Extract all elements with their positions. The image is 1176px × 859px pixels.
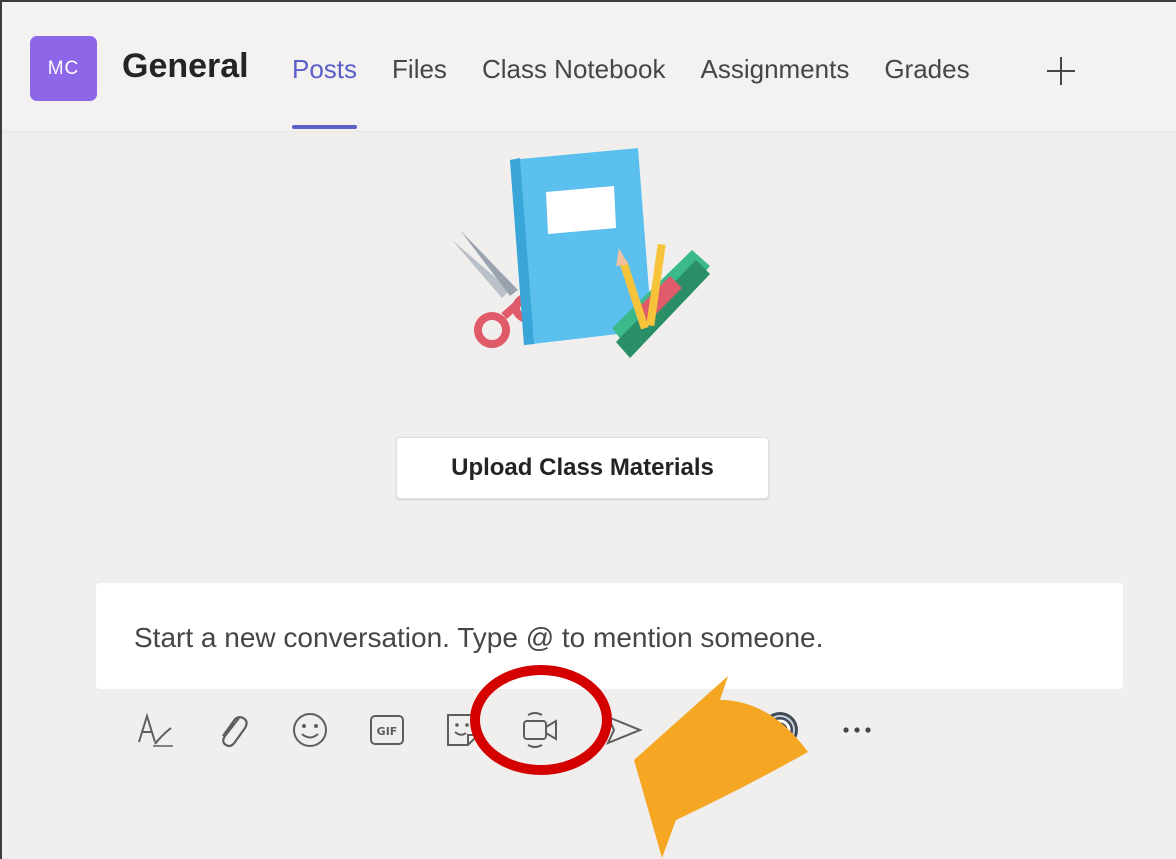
emoji-button[interactable]	[285, 705, 335, 755]
upload-class-materials-button[interactable]: Upload Class Materials	[396, 437, 769, 499]
plus-icon	[1047, 57, 1075, 85]
sticker-button[interactable]	[438, 705, 488, 755]
attach-icon	[222, 716, 248, 748]
tab-assignments[interactable]: Assignments	[700, 54, 849, 85]
class-supplies-illustration	[440, 140, 730, 380]
send-button[interactable]	[598, 705, 648, 755]
tab-class-notebook[interactable]: Class Notebook	[482, 54, 666, 85]
gif-button[interactable]: GIF	[362, 705, 412, 755]
sticker-icon	[447, 714, 479, 746]
meet-now-icon	[523, 712, 557, 748]
svg-text:GIF: GIF	[377, 725, 398, 738]
search-button[interactable]	[678, 705, 728, 755]
more-options-button[interactable]	[832, 705, 882, 755]
meet-now-button[interactable]	[516, 705, 566, 755]
more-icon	[843, 727, 871, 733]
emoji-icon	[293, 713, 327, 747]
send-icon	[606, 715, 643, 745]
format-icon	[138, 712, 173, 747]
attach-button[interactable]	[208, 705, 258, 755]
gif-icon: GIF	[370, 715, 404, 745]
loop-app-button[interactable]	[755, 705, 805, 755]
tab-posts[interactable]: Posts	[292, 54, 358, 129]
tab-grades[interactable]: Grades	[884, 54, 969, 85]
pointer-arrow	[634, 676, 808, 858]
tab-bar: Posts Files Class Notebook Assignments G…	[292, 54, 1005, 134]
format-button[interactable]	[130, 705, 180, 755]
channel-header: MC General Posts Files Class Notebook As…	[0, 0, 1176, 132]
add-tab-button[interactable]	[1044, 54, 1078, 88]
search-icon	[689, 716, 718, 745]
loop-icon	[762, 712, 798, 748]
channel-title: General	[122, 47, 249, 85]
new-conversation-input[interactable]: Start a new conversation. Type @ to ment…	[96, 583, 1123, 689]
tab-files[interactable]: Files	[392, 54, 447, 85]
team-avatar[interactable]: MC	[30, 36, 97, 101]
